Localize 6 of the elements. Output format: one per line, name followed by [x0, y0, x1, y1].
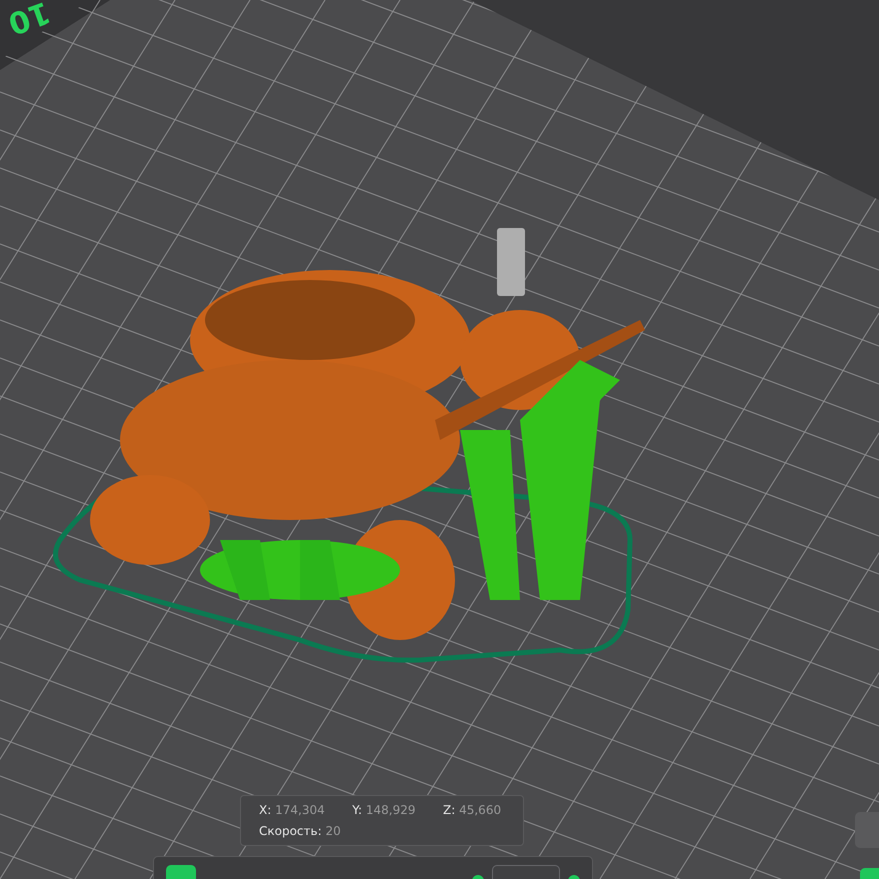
speed-readout: Скорость: 20 [259, 824, 341, 838]
bed-number: 10 [4, 0, 54, 38]
coordinate-readout: X: 174,304 [259, 803, 324, 817]
nozzle-drawing [497, 228, 525, 296]
coordinate-readout: Y: 148,929 [352, 803, 415, 817]
coordinate-readout: Z: 45,660 [443, 803, 502, 817]
